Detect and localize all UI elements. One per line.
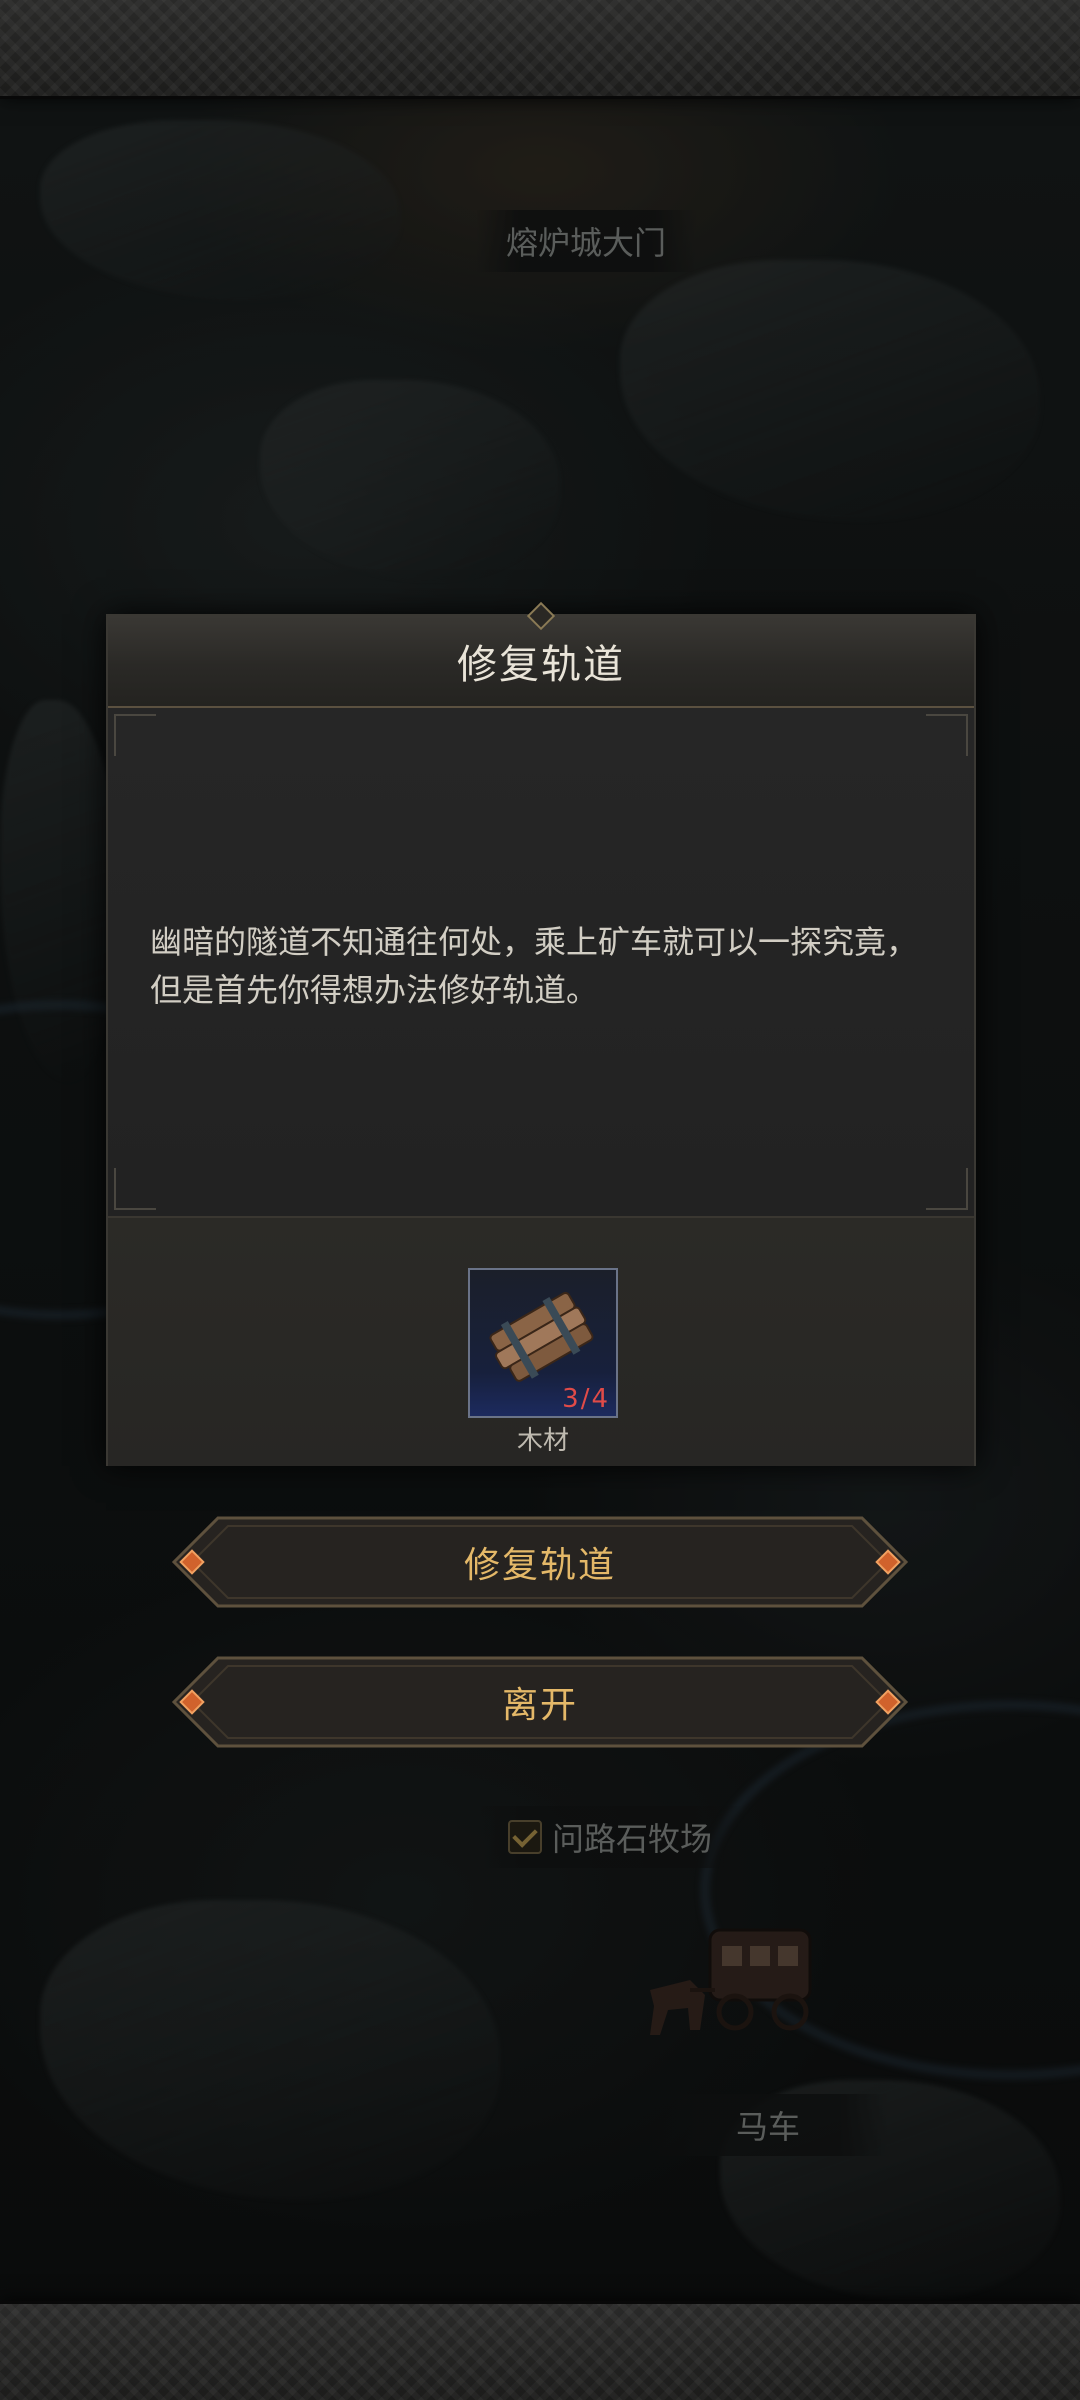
corner-ornament	[926, 714, 968, 756]
game-screen: 熔炉城大门 问路石牧场 马车 修复轨道 幽暗的隧道不知通往何处，乘上矿车就可以一…	[0, 0, 1080, 2400]
required-materials: 3/4 木材	[108, 1216, 974, 1466]
top-frame	[0, 0, 1080, 99]
dialog-title: 修复轨道	[457, 642, 625, 688]
corner-ornament	[926, 1168, 968, 1210]
corner-ornament	[114, 714, 156, 756]
item-count: 3/4	[562, 1384, 610, 1414]
bottom-frame	[0, 2301, 1080, 2400]
dialog-header: 修复轨道	[108, 601, 974, 708]
repair-track-button[interactable]: 修复轨道	[170, 1514, 910, 1610]
dialog-body: 幽暗的隧道不知通往何处，乘上矿车就可以一探究竟，但是首先你得想办法修好轨道。	[108, 708, 974, 1216]
leave-button[interactable]: 离开	[170, 1654, 910, 1750]
item-name: 木材	[516, 1426, 569, 1456]
corner-ornament	[114, 1168, 156, 1210]
item-slot-wood[interactable]: 3/4	[468, 1268, 618, 1418]
repair-track-dialog: 修复轨道 幽暗的隧道不知通往何处，乘上矿车就可以一探究竟，但是首先你得想办法修好…	[106, 601, 976, 1466]
leave-label: 离开	[501, 1685, 578, 1726]
repair-track-label: 修复轨道	[463, 1545, 616, 1586]
dialog-description: 幽暗的隧道不知通往何处，乘上矿车就可以一探究竟，但是首先你得想办法修好轨道。	[150, 923, 919, 1009]
